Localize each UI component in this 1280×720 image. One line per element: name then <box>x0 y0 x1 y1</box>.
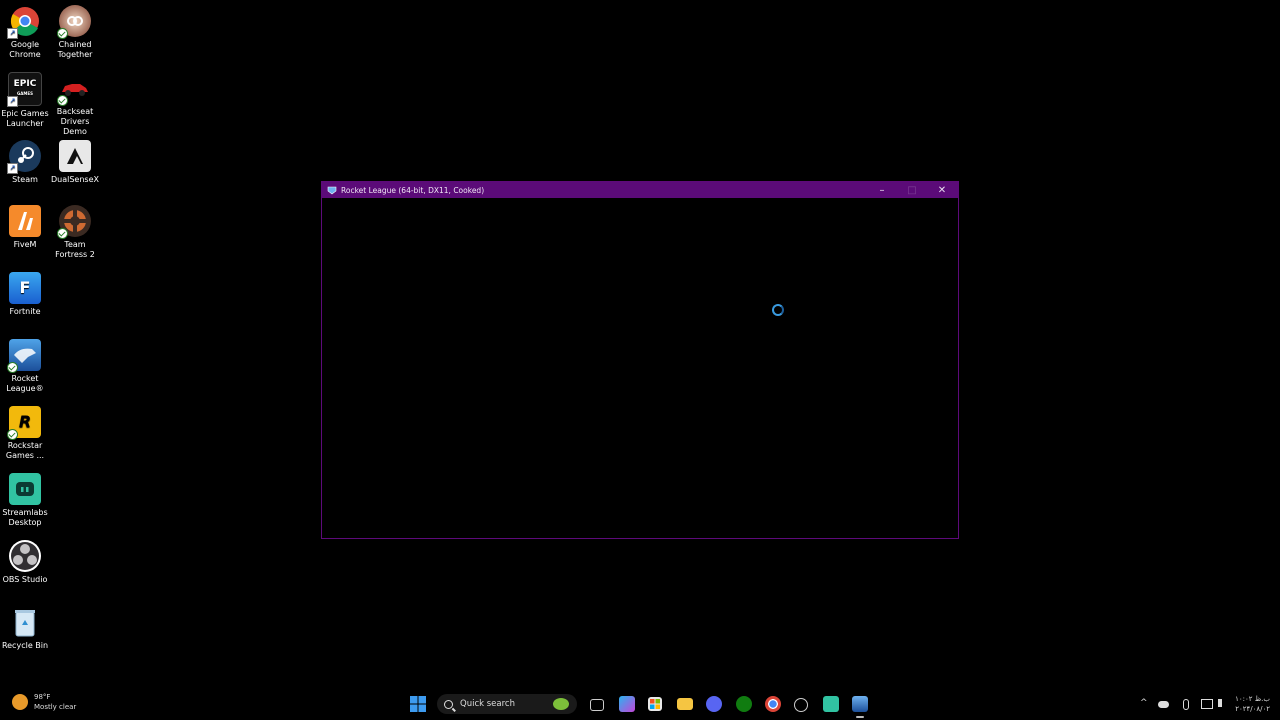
windows-logo-icon <box>410 696 426 712</box>
desktop-icon-chained-together[interactable]: Chained Together <box>50 5 100 60</box>
clock-time: ۱۰:۰۲ ب.ظ <box>1235 695 1270 703</box>
desktop-icon-label: Google Chrome <box>9 40 41 59</box>
desktop-icon-label: Fortnite <box>9 307 41 316</box>
taskbar-search[interactable]: Quick search <box>437 694 577 714</box>
desktop-icon-rockstar[interactable]: R Rockstar Games ... <box>0 406 50 461</box>
active-app-indicator <box>856 716 864 718</box>
microsoft-store-icon[interactable] <box>648 697 662 711</box>
window-title-bar[interactable]: Rocket League (64-bit, DX11, Cooked) – □… <box>322 182 958 198</box>
discord-icon[interactable] <box>706 696 722 712</box>
rockstar-logo-letter: R <box>18 412 32 431</box>
fivem-icon <box>9 205 41 237</box>
window-title: Rocket League (64-bit, DX11, Cooked) <box>341 185 485 195</box>
xbox-icon[interactable] <box>736 696 752 712</box>
synced-check-icon <box>7 362 18 373</box>
desktop-icon-label: Team Fortress 2 <box>55 240 95 259</box>
desktop-icon-label: Steam <box>12 175 38 184</box>
desktop-icon-label: Rocket League® <box>6 374 44 393</box>
desktop-icon-streamlabs[interactable]: Streamlabs Desktop <box>0 473 50 528</box>
desktop-icon-label: DualSenseX <box>51 175 99 184</box>
epic-logo-text: EPIC <box>13 79 37 89</box>
synced-check-icon <box>7 429 18 440</box>
team-fortress-2-icon <box>57 205 91 239</box>
desktop-icon-epic-games[interactable]: EPIC GAMES ↗ Epic Games Launcher <box>0 72 50 129</box>
desktop-icon-label: Recycle Bin <box>1 641 49 650</box>
maximize-button[interactable]: □ <box>897 182 927 198</box>
synced-check-icon <box>57 228 68 239</box>
streamlabs-taskbar-icon[interactable] <box>823 696 839 712</box>
synced-check-icon <box>57 28 68 39</box>
rocket-league-icon <box>7 339 41 373</box>
desktop-icon-dualsensex[interactable]: DualSenseX <box>50 140 100 185</box>
desktop-icon-backseat-drivers[interactable]: Backseat Drivers Demo <box>50 72 100 137</box>
desktop-icon-obs[interactable]: OBS Studio <box>0 540 50 585</box>
file-explorer-icon[interactable] <box>677 698 693 710</box>
rocket-league-taskbar-icon[interactable] <box>852 696 868 712</box>
network-icon[interactable] <box>1201 699 1213 709</box>
epic-games-icon: EPIC GAMES ↗ <box>7 72 42 107</box>
close-button[interactable]: ✕ <box>927 182 957 198</box>
copilot-icon[interactable] <box>619 696 635 712</box>
rocket-league-app-icon <box>327 186 337 195</box>
desktop-icon-team-fortress-2[interactable]: Team Fortress 2 <box>50 205 100 260</box>
weather-sun-icon <box>12 694 28 710</box>
fortnite-icon: F <box>9 272 41 304</box>
steam-taskbar-icon[interactable] <box>794 698 808 712</box>
microphone-icon[interactable] <box>1183 699 1189 710</box>
volume-icon[interactable] <box>1218 699 1230 707</box>
minimize-button[interactable]: – <box>867 182 897 198</box>
fortnite-logo-letter: F <box>19 278 31 297</box>
desktop-icon-label: Backseat Drivers Demo <box>56 107 94 136</box>
chrome-icon: ↗ <box>7 5 41 39</box>
start-button[interactable] <box>410 696 426 712</box>
taskbar-clock[interactable]: ۱۰:۰۲ ب.ظ ۲۰۲۴/۰۸/۰۲ <box>1235 694 1270 714</box>
epic-logo-subtext: GAMES <box>17 91 33 96</box>
task-view-icon[interactable] <box>590 699 604 711</box>
synced-check-icon <box>57 95 68 106</box>
show-hidden-icons-chevron-icon[interactable]: ^ <box>1140 698 1148 708</box>
obs-icon <box>9 540 41 572</box>
onedrive-icon[interactable] <box>1158 701 1169 708</box>
steam-icon: ↗ <box>7 140 41 174</box>
shortcut-arrow-icon: ↗ <box>7 163 18 174</box>
search-icon <box>444 699 453 709</box>
rocket-league-window[interactable]: Rocket League (64-bit, DX11, Cooked) – □… <box>321 181 959 539</box>
chrome-taskbar-icon[interactable] <box>765 696 781 712</box>
weather-description: Mostly clear <box>34 703 77 711</box>
desktop-icon-label: Rockstar Games ... <box>5 441 45 460</box>
desktop-icon-fortnite[interactable]: F Fortnite <box>0 272 50 317</box>
shortcut-arrow-icon: ↗ <box>7 28 18 39</box>
clock-date: ۲۰۲۴/۰۸/۰۲ <box>1235 705 1270 713</box>
recycle-bin-icon <box>9 606 41 638</box>
shortcut-arrow-icon: ↗ <box>7 96 18 107</box>
loading-spinner-icon <box>772 304 784 316</box>
backseat-drivers-icon <box>57 72 91 106</box>
desktop-icon-label: Chained Together <box>57 40 93 59</box>
rockstar-icon: R <box>7 406 41 440</box>
desktop-icon-google-chrome[interactable]: ↗ Google Chrome <box>0 5 50 60</box>
desktop-icon-recycle-bin[interactable]: Recycle Bin <box>0 606 50 651</box>
desktop-icon-label: Epic Games Launcher <box>1 109 49 128</box>
taskbar: 98°F Mostly clear Quick search ^ ۱۰:۰۲ ب… <box>0 688 1280 720</box>
dualsensex-icon <box>59 140 91 172</box>
weather-temperature: 98°F <box>34 693 51 701</box>
desktop-icon-label: FiveM <box>13 240 37 249</box>
search-highlight-icon <box>553 698 569 710</box>
desktop-icon-label: OBS Studio <box>2 575 48 584</box>
desktop-icon-fivem[interactable]: FiveM <box>0 205 50 250</box>
desktop-icon-rocket-league[interactable]: Rocket League® <box>0 339 50 394</box>
streamlabs-icon <box>9 473 41 505</box>
chained-together-icon <box>57 5 91 39</box>
search-placeholder: Quick search <box>460 699 515 709</box>
weather-widget[interactable]: 98°F Mostly clear <box>12 692 76 712</box>
desktop-icon-label: Streamlabs Desktop <box>2 508 48 527</box>
desktop-icon-steam[interactable]: ↗ Steam <box>0 140 50 185</box>
